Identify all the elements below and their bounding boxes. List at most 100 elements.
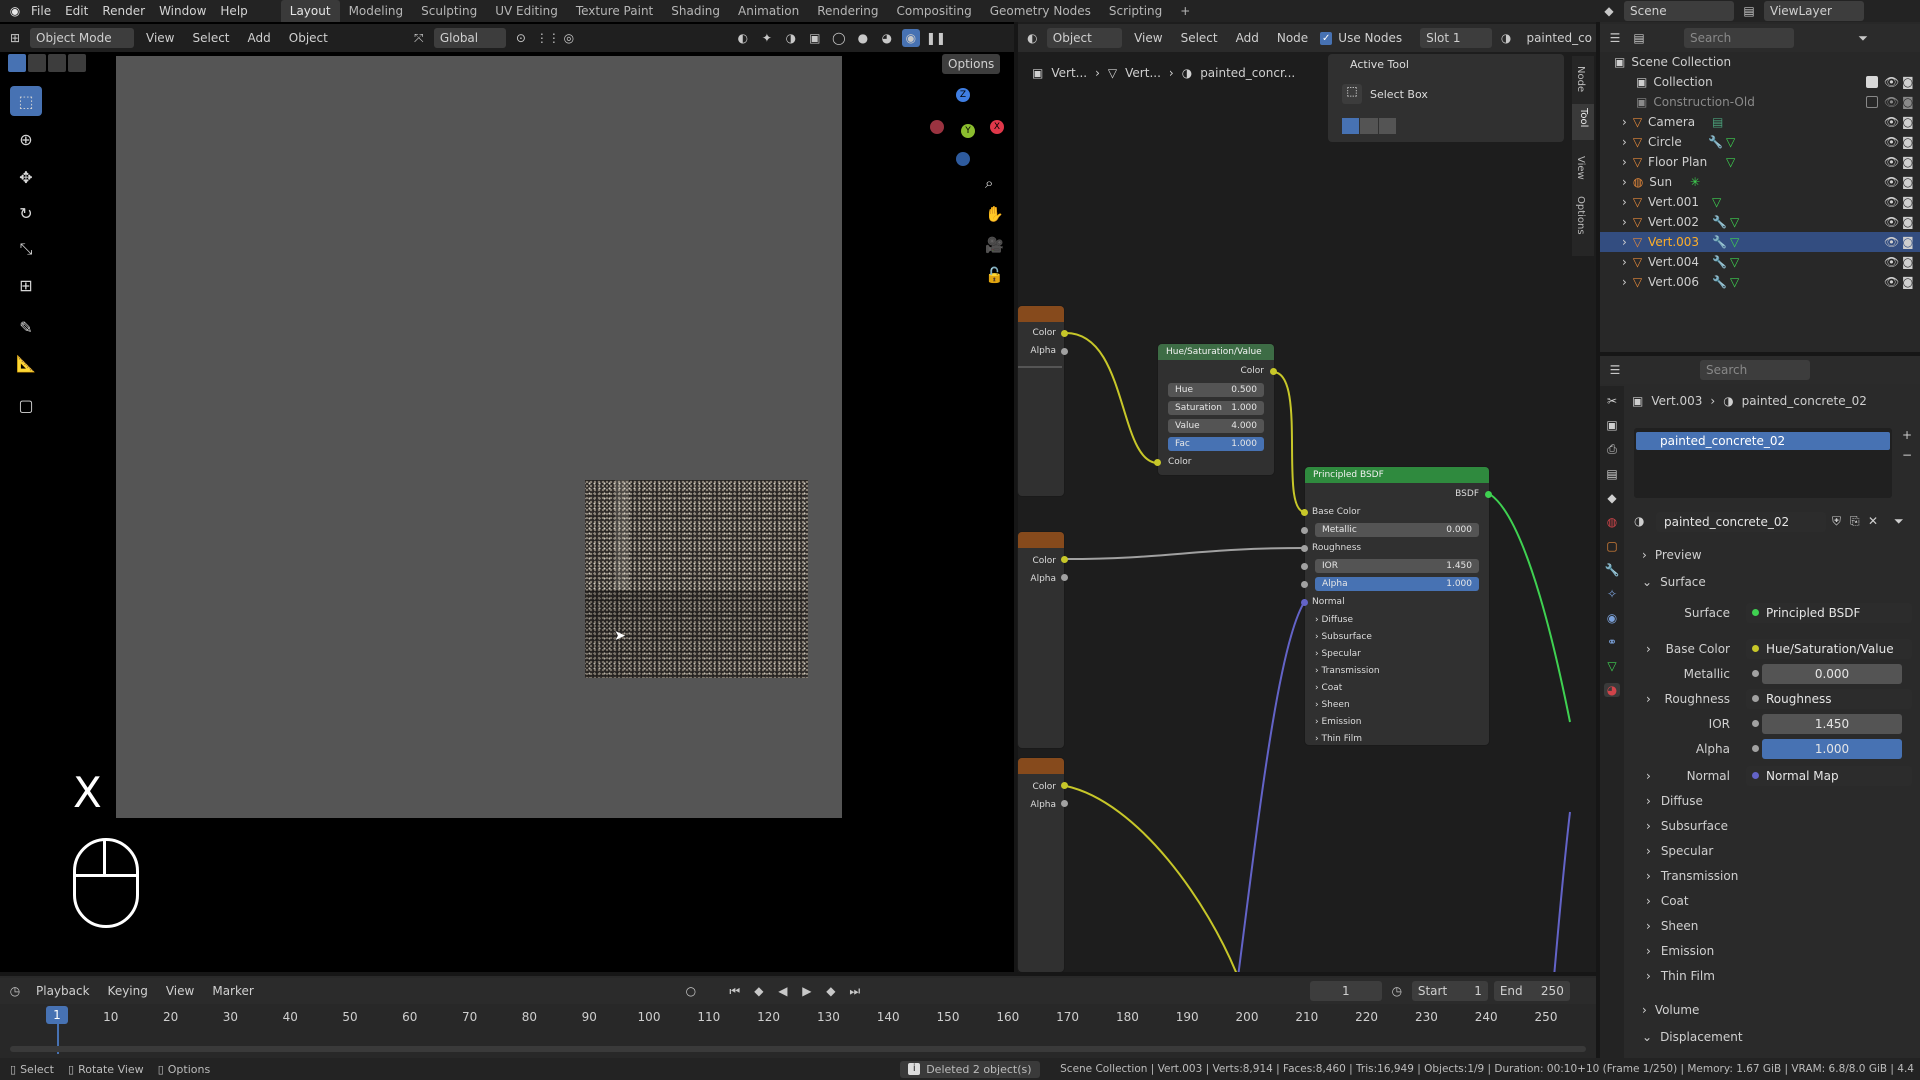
gizmo-toggle-icon[interactable]: ✦ [758, 29, 776, 47]
subpanel-transmission[interactable]: › Transmission [1640, 865, 1920, 887]
bsdf-panel-sheen[interactable]: › Sheen [1305, 698, 1489, 712]
snap-icon[interactable]: ⋮⋮ [536, 29, 560, 47]
volume-panel-header[interactable]: › Volume [1640, 999, 1920, 1021]
bsdf-panel-subsurface[interactable]: › Subsurface [1305, 630, 1489, 644]
view-layer-selector[interactable]: ViewLayer [1764, 1, 1864, 21]
fake-user-icon[interactable]: ⛨ [1832, 514, 1841, 529]
menu-window[interactable]: Window [152, 0, 213, 22]
camera-render-icon[interactable]: ◙ [1902, 195, 1914, 209]
lock-camera-icon[interactable]: 🔓 [985, 266, 1004, 284]
ior-field[interactable]: 1.450 [1762, 714, 1902, 734]
annotate-tool[interactable]: ✎ [10, 312, 42, 342]
workspace-tab-rendering[interactable]: Rendering [808, 0, 887, 22]
workspace-tab-animation[interactable]: Animation [729, 0, 808, 22]
xray-icon[interactable]: ▣ [806, 29, 824, 47]
texture2-alpha-socket[interactable] [1061, 574, 1068, 581]
bsdf-panel-specular[interactable]: › Specular [1305, 647, 1489, 661]
material-name-field[interactable]: painted_concrete_02 [1656, 512, 1826, 532]
eye-icon[interactable]: 👁 [1884, 235, 1899, 249]
particles-tab-icon[interactable]: ✧ [1607, 587, 1617, 601]
end-frame-field[interactable]: End 250 [1493, 981, 1570, 1001]
auto-keying-icon[interactable]: ○ [682, 982, 700, 1000]
outliner-item-circle[interactable]: › ▽ Circle 🔧 ▽ 👁 ◙ [1600, 132, 1920, 152]
bsdf-alpha-field[interactable]: Alpha 1.000 [1315, 577, 1479, 591]
subpanel-thin-film[interactable]: › Thin Film [1640, 965, 1920, 987]
preview-range-icon[interactable]: ◷ [1388, 982, 1406, 1000]
viewport-options-button[interactable]: Options [942, 54, 1001, 74]
eye-icon[interactable]: 👁 [1884, 215, 1899, 229]
viewport-menu-add[interactable]: Add [242, 28, 277, 48]
camera-render-icon[interactable]: ◙ [1902, 235, 1914, 249]
eye-icon[interactable]: 👁 [1884, 115, 1899, 129]
camera-render-icon[interactable]: ◙ [1902, 215, 1914, 229]
overlay-toggle-icon[interactable]: ◑ [782, 29, 800, 47]
roughness-field[interactable]: Roughness [1746, 689, 1912, 709]
bsdf-panel-coat[interactable]: › Coat [1305, 681, 1489, 695]
unlink-material-icon[interactable]: ✕ [1868, 514, 1878, 528]
constraints-tab-icon[interactable]: ⚭ [1607, 635, 1617, 649]
visibility-icon[interactable]: ◐ [734, 29, 752, 47]
rotate-tool[interactable]: ↻ [10, 198, 42, 228]
eye-icon[interactable]: 👁 [1884, 155, 1899, 169]
bsdf-output-socket[interactable] [1485, 491, 1492, 498]
shading-material-icon[interactable]: ◕ [878, 29, 896, 47]
bsdf-metallic-socket[interactable] [1301, 527, 1308, 534]
view-layer-tab-icon[interactable]: ▤ [1606, 467, 1617, 481]
add-workspace-icon[interactable]: + [1171, 0, 1199, 22]
modifier-tab-icon[interactable]: 🔧 [1605, 563, 1620, 577]
menu-help[interactable]: Help [213, 0, 254, 22]
subpanel-coat[interactable]: › Coat [1640, 890, 1920, 912]
bsdf-alpha-socket[interactable] [1301, 581, 1308, 588]
camera-render-icon[interactable]: ◙ [1902, 155, 1914, 169]
scene-tab-icon[interactable]: ◆ [1607, 491, 1616, 505]
hsv-color-output-socket[interactable] [1270, 368, 1277, 375]
shading-solid-icon[interactable]: ● [854, 29, 872, 47]
base-color-field[interactable]: Hue/Saturation/Value [1746, 639, 1912, 659]
move-tool[interactable]: ✥ [10, 162, 42, 192]
outliner-item-vert-006[interactable]: › ▽ Vert.006 🔧 ▽ 👁 ◙ [1600, 272, 1920, 292]
camera-render-icon[interactable]: ◙ [1902, 95, 1914, 109]
outliner-item-floor-plan[interactable]: › ▽ Floor Plan ▽ 👁 ◙ [1600, 152, 1920, 172]
transform-orientation-dropdown[interactable]: Global [433, 28, 506, 48]
surface-shader-field[interactable]: Principled BSDF [1746, 603, 1912, 623]
workspace-tab-texture-paint[interactable]: Texture Paint [567, 0, 662, 22]
world-tab-icon[interactable]: ◍ [1607, 515, 1617, 529]
exclude-checkbox[interactable] [1866, 96, 1878, 108]
hsv-hue-field[interactable]: Hue 0.500 [1168, 383, 1264, 397]
subpanel-subsurface[interactable]: › Subsurface [1640, 815, 1920, 837]
eye-icon[interactable]: 👁 [1884, 175, 1899, 189]
outliner-item-vert-002[interactable]: › ▽ Vert.002 🔧 ▽ 👁 ◙ [1600, 212, 1920, 232]
bsdf-ior-socket[interactable] [1301, 563, 1308, 570]
timeline-menu-view[interactable]: View [160, 981, 200, 1001]
outliner-search-input[interactable]: Search [1684, 28, 1794, 48]
editor-type-icon[interactable]: ⊞ [6, 29, 24, 47]
play-icon[interactable]: ▶ [798, 982, 816, 1000]
texture3-color-socket[interactable] [1061, 782, 1068, 789]
workspace-tab-modeling[interactable]: Modeling [340, 0, 413, 22]
bsdf-node-title[interactable]: Principled BSDF [1305, 467, 1489, 483]
bsdf-metallic-field[interactable]: Metallic 0.000 [1315, 523, 1479, 537]
eye-icon[interactable]: 👁 [1884, 75, 1899, 89]
pan-hand-icon[interactable]: ✋ [985, 205, 1004, 223]
workspace-tab-sculpting[interactable]: Sculpting [412, 0, 486, 22]
subpanel-sheen[interactable]: › Sheen [1640, 915, 1920, 937]
material-slot-list[interactable]: painted_concrete_02 [1634, 428, 1892, 498]
camera-render-icon[interactable]: ◙ [1902, 175, 1914, 189]
properties-search-input[interactable]: Search [1700, 360, 1810, 380]
normal-field[interactable]: Normal Map [1746, 766, 1912, 786]
playhead-frame-indicator[interactable]: 1 [46, 1006, 68, 1024]
outliner-item-vert-001[interactable]: › ▽ Vert.001 ▽ 👁 ◙ [1600, 192, 1920, 212]
viewport-menu-select[interactable]: Select [186, 28, 235, 48]
subpanel-specular[interactable]: › Specular [1640, 840, 1920, 862]
subpanel-emission[interactable]: › Emission [1640, 940, 1920, 962]
workspace-tab-shading[interactable]: Shading [662, 0, 729, 22]
navigation-gizmo[interactable]: Z Y X [920, 84, 1010, 170]
outliner-item-construction-old[interactable]: ▣ Construction-Old 👁 ◙ [1600, 92, 1920, 112]
texture3-alpha-socket[interactable] [1061, 800, 1068, 807]
hsv-fac-field[interactable]: Fac 1.000 [1168, 437, 1264, 451]
workspace-tab-uv-editing[interactable]: UV Editing [486, 0, 567, 22]
data-tab-icon[interactable]: ▽ [1607, 659, 1616, 673]
timeline-menu-keying[interactable]: Keying [102, 981, 154, 1001]
current-frame-field[interactable]: 1 [1309, 981, 1382, 1001]
select-box-tool[interactable]: ⬚ [10, 86, 42, 116]
